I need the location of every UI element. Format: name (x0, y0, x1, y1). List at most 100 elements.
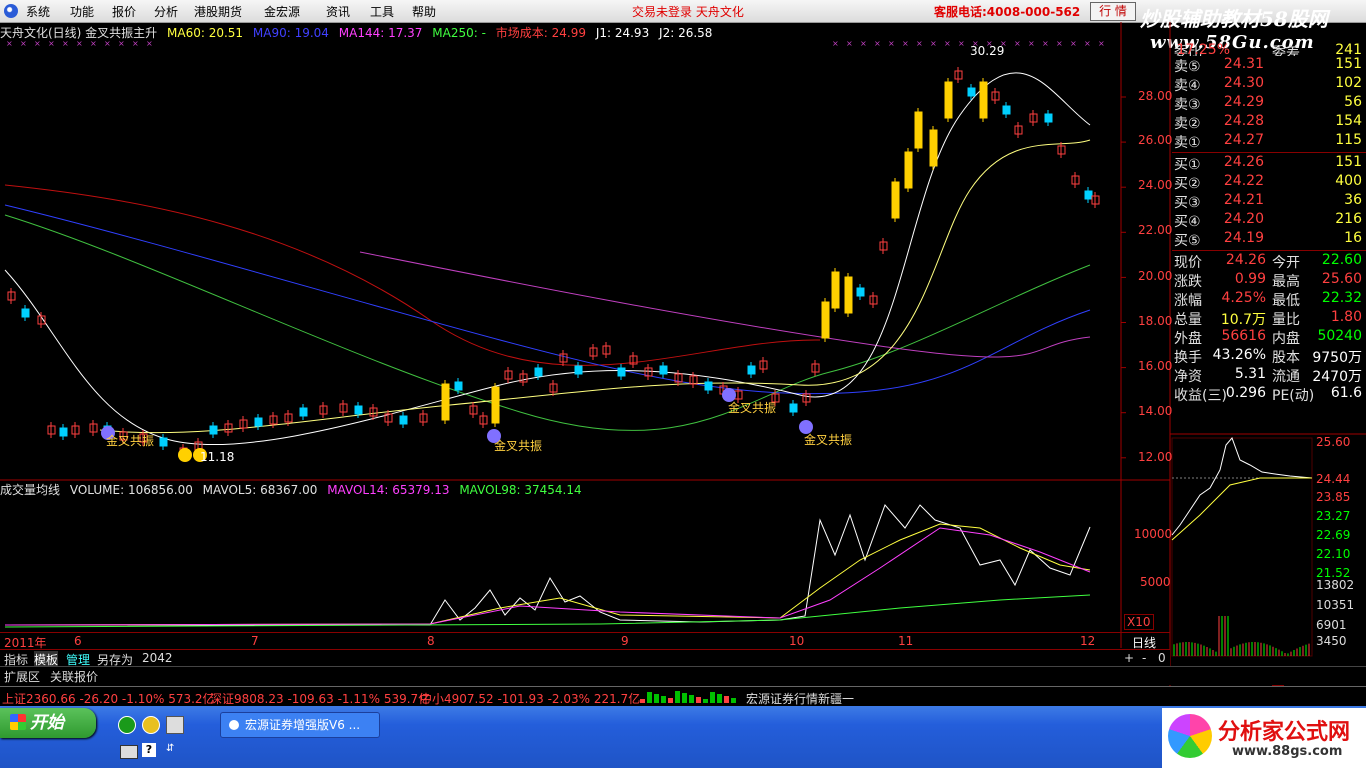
stat-value: 0.99 (1234, 271, 1266, 287)
top-marker-icon: × (860, 39, 867, 48)
mini-vol-tick: 10351 (1316, 598, 1355, 612)
reset-button[interactable]: 0 (1158, 651, 1166, 665)
stat-label: 外盘 (1174, 331, 1202, 347)
stat-value-2: 9750万 (1312, 350, 1362, 366)
stat-value: 43.26% (1212, 347, 1266, 363)
signal-label-2: 金叉共振 (494, 439, 543, 453)
signal-label-1: 金叉共振 (106, 434, 155, 448)
buy-row[interactable]: 买③ 24.21 36 (1172, 192, 1366, 211)
stat-value-2: 61.6 (1330, 385, 1362, 401)
candle-body (821, 301, 830, 339)
candle-body (914, 111, 923, 149)
tab-extension[interactable]: 扩展区 (4, 668, 40, 685)
ie-icon[interactable] (118, 716, 136, 734)
sell-row[interactable]: 卖① 24.27 115 (1172, 132, 1366, 151)
stat-value: 56616 (1221, 328, 1266, 344)
stat-row: 换手 43.26% 股本 9750万 (1172, 347, 1366, 366)
stat-value: 0.296 (1225, 385, 1266, 401)
top-marker-icon: × (1070, 39, 1077, 48)
top-marker-icon: × (90, 39, 97, 48)
market-bar (647, 692, 652, 703)
signal-label-4: 金叉共振 (804, 433, 853, 447)
buy-row[interactable]: 买⑤ 24.19 16 (1172, 230, 1366, 249)
keyboard-icon[interactable] (120, 745, 138, 759)
sell-row[interactable]: 卖② 24.28 154 (1172, 113, 1366, 132)
candle-body (399, 415, 408, 425)
stat-label: 换手 (1174, 350, 1202, 366)
extension-row: 扩展区 关联报价 (0, 666, 1366, 685)
price-tick: 28.00 (1138, 89, 1173, 103)
buy-row[interactable]: 买② 24.22 400 (1172, 173, 1366, 192)
index-bar: 上证2360.66 -26.20 -1.10% 573.2亿 深证9808.23… (0, 686, 1366, 707)
index-zx[interactable]: 中小4907.52 -101.93 -2.03% 221.7亿 (420, 690, 640, 707)
stat-label-2: 流通 (1272, 369, 1300, 385)
buy-row[interactable]: 买① 24.26 151 (1172, 154, 1366, 173)
candle-body (299, 407, 308, 417)
tab-related-quote[interactable]: 关联报价 (50, 668, 98, 685)
top-marker-icon: × (902, 39, 909, 48)
buy-level-label: 买⑤ (1174, 233, 1201, 249)
stat-label-2: PE(动) (1272, 388, 1315, 404)
sell-row[interactable]: 卖④ 24.30 102 (1172, 75, 1366, 94)
candle-body (534, 367, 543, 377)
arrows-icon[interactable]: ⇵ (166, 743, 176, 757)
candle-body (441, 383, 450, 421)
sell-level-label: 卖④ (1174, 78, 1201, 94)
candle-body (944, 81, 953, 119)
top-marker-icon: × (1042, 39, 1049, 48)
date-axis: 2011年 6 7 8 9 10 11 12 日线 (0, 632, 1170, 650)
top-marker-icon: × (48, 39, 55, 48)
buy-price: 24.22 (1223, 173, 1264, 189)
stat-label: 净资 (1174, 369, 1202, 385)
stat-value-2: 25.60 (1321, 271, 1362, 287)
tab-2042[interactable]: 2042 (142, 651, 173, 665)
price-tick: 16.00 (1138, 359, 1173, 373)
candle-body (831, 271, 840, 309)
candle-body (704, 381, 713, 391)
brand-url: www.88gs.com (1232, 744, 1343, 759)
buy-row[interactable]: 买④ 24.20 216 (1172, 211, 1366, 230)
vol-axis-10000: 10000 (1134, 527, 1173, 541)
sell-level-label: 卖② (1174, 116, 1201, 132)
top-marker-icon: × (146, 39, 153, 48)
price-tick: 14.00 (1138, 404, 1173, 418)
buy-book: 买① 24.26 151 买② 24.22 400 买③ 24.21 36 买④… (1172, 154, 1366, 249)
top-marker-icon: × (34, 39, 41, 48)
volume-line (5, 504, 1091, 626)
date-6: 6 (74, 634, 82, 648)
vol-unit: X10 (1124, 614, 1154, 630)
quicklaunch-icon[interactable] (142, 716, 160, 734)
index-sh[interactable]: 上证2360.66 -26.20 -1.10% 573.2亿 (2, 690, 215, 707)
desktop-icon[interactable] (166, 716, 184, 734)
sell-row[interactable]: 卖⑤ 24.31 151 (1172, 56, 1366, 75)
stat-row: 涨幅 4.25% 最低 22.32 (1172, 290, 1366, 309)
low-annotation: 11.18 (200, 450, 235, 464)
sell-row[interactable]: 卖③ 24.29 56 (1172, 94, 1366, 113)
taskbar-app-item[interactable]: 宏源证券增强版V6 ... (220, 712, 380, 738)
candle-body (967, 87, 976, 97)
zoom-in-button[interactable]: + (1124, 651, 1134, 665)
zoom-out-button[interactable]: - (1142, 651, 1146, 665)
candle-body (1044, 113, 1053, 123)
stat-value: 24.26 (1225, 252, 1266, 268)
price-tick: 12.00 (1138, 450, 1173, 464)
brand-name: 分析家公式网 (1218, 720, 1351, 745)
buy-volume: 36 (1344, 192, 1362, 208)
candle-body (891, 181, 900, 219)
index-sz[interactable]: 深证9808.23 -109.63 -1.11% 539.7亿 (210, 690, 430, 707)
stat-label: 现价 (1174, 255, 1202, 271)
price-tick: 22.00 (1138, 223, 1173, 237)
help-icon[interactable]: ? (142, 743, 156, 757)
top-marker-icon: × (888, 39, 895, 48)
start-label: 开始 (30, 713, 64, 733)
diff-value: 241 (1335, 42, 1362, 56)
candle-body (454, 381, 463, 391)
stat-value-2: 22.60 (1321, 252, 1362, 268)
candle-body (354, 405, 363, 415)
mini-vol-tick: 3450 (1316, 634, 1347, 648)
candle-body (59, 427, 68, 437)
start-button[interactable]: 开始 (0, 708, 96, 738)
volume-title: 成交量均线 (0, 483, 61, 497)
stat-label: 涨幅 (1174, 293, 1202, 309)
stat-value-2: 2470万 (1312, 369, 1362, 385)
